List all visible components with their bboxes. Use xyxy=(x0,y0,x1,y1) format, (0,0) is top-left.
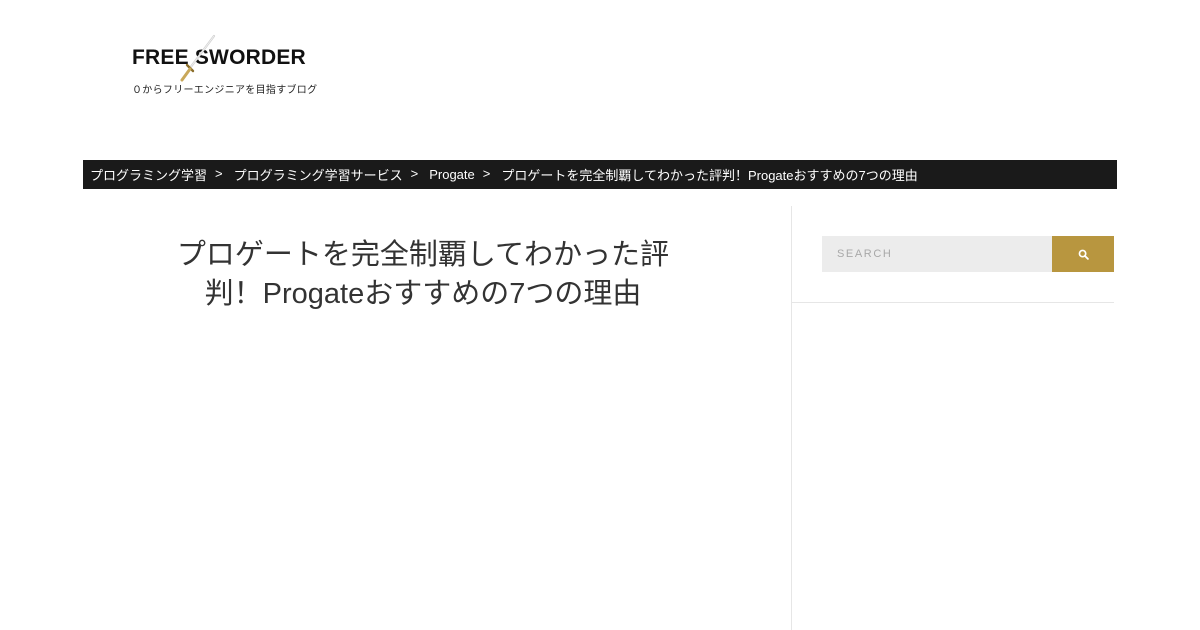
search-input[interactable] xyxy=(822,236,1052,272)
breadcrumb-separator: > xyxy=(482,166,491,181)
sword-icon xyxy=(180,34,216,82)
site-logo[interactable]: FREE SWORDER ０からフリーエンジニアを目指すブログ xyxy=(130,34,330,98)
main-content: プロゲートを完全制覇してわかった評判！Progateおすすめの7つの理由 xyxy=(83,206,791,630)
breadcrumb-item-progate[interactable]: Progate xyxy=(429,167,475,182)
breadcrumb-item-learning-services[interactable]: プログラミング学習サービス xyxy=(234,165,403,184)
breadcrumb-separator: > xyxy=(410,166,419,181)
sidebar xyxy=(792,206,1114,630)
page: FREE SWORDER ０からフリーエンジニアを目指すブログ プログラミング学… xyxy=(0,0,1200,630)
breadcrumb: プログラミング学習 > プログラミング学習サービス > Progate > プロ… xyxy=(83,160,1117,189)
breadcrumb-item-programming-learning[interactable]: プログラミング学習 xyxy=(90,165,207,184)
search-icon xyxy=(1078,249,1089,260)
post-title: プロゲートを完全制覇してわかった評判！Progateおすすめの7つの理由 xyxy=(176,239,670,310)
sidebar-divider xyxy=(792,302,1114,303)
search-widget xyxy=(822,236,1114,272)
post-meta xyxy=(345,625,525,630)
breadcrumb-separator: > xyxy=(215,166,223,181)
logo-tagline: ０からフリーエンジニアを目指すブログ xyxy=(132,85,318,96)
breadcrumb-current: プロゲートを完全制覇してわかった評判！Progateおすすめの7つの理由 xyxy=(501,168,918,183)
search-button[interactable] xyxy=(1052,236,1114,272)
